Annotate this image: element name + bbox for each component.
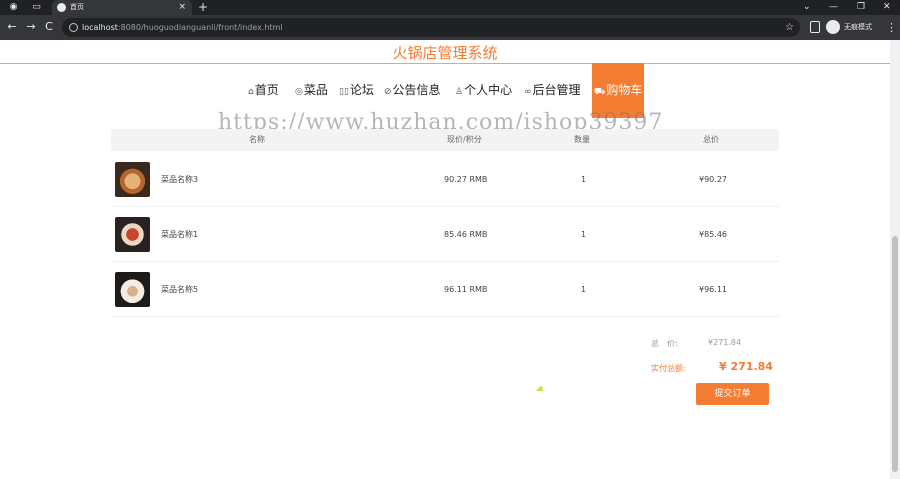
pay-total-label: 实付总额: [651, 364, 686, 373]
dish-total: ¥85.46 [699, 230, 727, 239]
maximize-button[interactable]: ❐ [857, 0, 865, 15]
forum-icon: ▯▯ [339, 87, 349, 97]
dish-thumbnail[interactable] [115, 217, 150, 252]
browser-toolbar: ← → C localhost:8080/huoguodianguanli/fr… [0, 15, 900, 40]
header-divider [0, 63, 890, 64]
scrollbar-thumb[interactable] [892, 236, 898, 472]
mouse-cursor-icon [535, 385, 546, 395]
total-value: ¥271.84 [708, 338, 742, 347]
window-close-button[interactable]: ✕ [883, 0, 891, 15]
dish-icon: ◎ [295, 87, 303, 97]
url-text[interactable]: localhost:8080/huoguodianguanli/front/in… [82, 18, 283, 37]
cart-row: 菜品名称3 90.27 RMB 1 ¥90.27 [111, 152, 779, 207]
tab-search-icon[interactable]: ▭ [31, 2, 42, 13]
bookmark-star-icon[interactable]: ☆ [785, 18, 794, 37]
dish-qty: 1 [581, 230, 587, 239]
forward-button[interactable]: → [24, 20, 38, 34]
link-icon: ∞ [524, 87, 532, 97]
pay-total-value: ¥ 271.84 [719, 360, 773, 373]
site-info-icon[interactable] [69, 23, 78, 32]
incognito-avatar-icon[interactable] [826, 20, 840, 34]
back-button[interactable]: ← [5, 20, 19, 34]
chrome-menu-icon[interactable]: ◉ [8, 2, 19, 13]
home-icon: ⌂ [248, 87, 254, 97]
dish-total: ¥90.27 [699, 175, 727, 184]
tab-title: 首页 [70, 3, 84, 11]
dish-price: 96.11 RMB [444, 285, 488, 294]
user-icon: ♙ [455, 87, 464, 97]
page-content: 火锅店管理系统 ⌂首页 ◎菜品 ▯▯论坛 ⊘公告信息 ♙个人中心 ∞后台管理 ⛟… [0, 40, 890, 479]
dish-name[interactable]: 菜品名称5 [161, 262, 198, 317]
dish-qty: 1 [581, 285, 587, 294]
notice-icon: ⊘ [384, 87, 392, 97]
total-label: 总 价: [651, 339, 678, 348]
header-total: 总价 [703, 135, 719, 144]
browser-tab-active[interactable]: 首页 × [52, 0, 192, 15]
dish-name[interactable]: 菜品名称1 [161, 207, 198, 262]
minimize-button[interactable]: — [829, 0, 838, 15]
browser-tab-strip: ◉ ▭ 首页 × + ⌄ — ❐ ✕ [0, 0, 900, 15]
cart-row: 菜品名称1 85.46 RMB 1 ¥85.46 [111, 207, 779, 262]
dish-name[interactable]: 菜品名称3 [161, 152, 198, 207]
new-tab-button[interactable]: + [198, 0, 208, 15]
cart-table-header: 名称 现价/积分 数量 总价 [111, 129, 779, 151]
address-bar[interactable]: localhost:8080/huoguodianguanli/front/in… [62, 18, 800, 37]
header-name: 名称 [249, 135, 265, 144]
incognito-label[interactable]: 无痕模式 [844, 15, 872, 40]
dish-qty: 1 [581, 175, 587, 184]
dish-total: ¥96.11 [699, 285, 727, 294]
browser-menu-icon[interactable]: ⋮ [886, 15, 897, 40]
dish-price: 85.46 RMB [444, 230, 488, 239]
side-panel-icon[interactable] [810, 21, 820, 33]
chevron-down-icon[interactable]: ⌄ [803, 0, 811, 15]
tab-favicon-icon [57, 3, 66, 12]
header-price: 现价/积分 [447, 135, 482, 144]
submit-order-button[interactable]: 提交订单 [696, 383, 769, 405]
dish-thumbnail[interactable] [115, 272, 150, 307]
dish-thumbnail[interactable] [115, 162, 150, 197]
cart-row: 菜品名称5 96.11 RMB 1 ¥96.11 [111, 262, 779, 317]
tab-close-icon[interactable]: × [178, 1, 186, 13]
dish-price: 90.27 RMB [444, 175, 488, 184]
cart-icon: ⛟ [594, 87, 606, 97]
header-qty: 数量 [574, 135, 590, 144]
reload-button[interactable]: C [42, 20, 56, 34]
page-scrollbar[interactable] [890, 40, 900, 479]
site-title: 火锅店管理系统 [392, 44, 498, 62]
